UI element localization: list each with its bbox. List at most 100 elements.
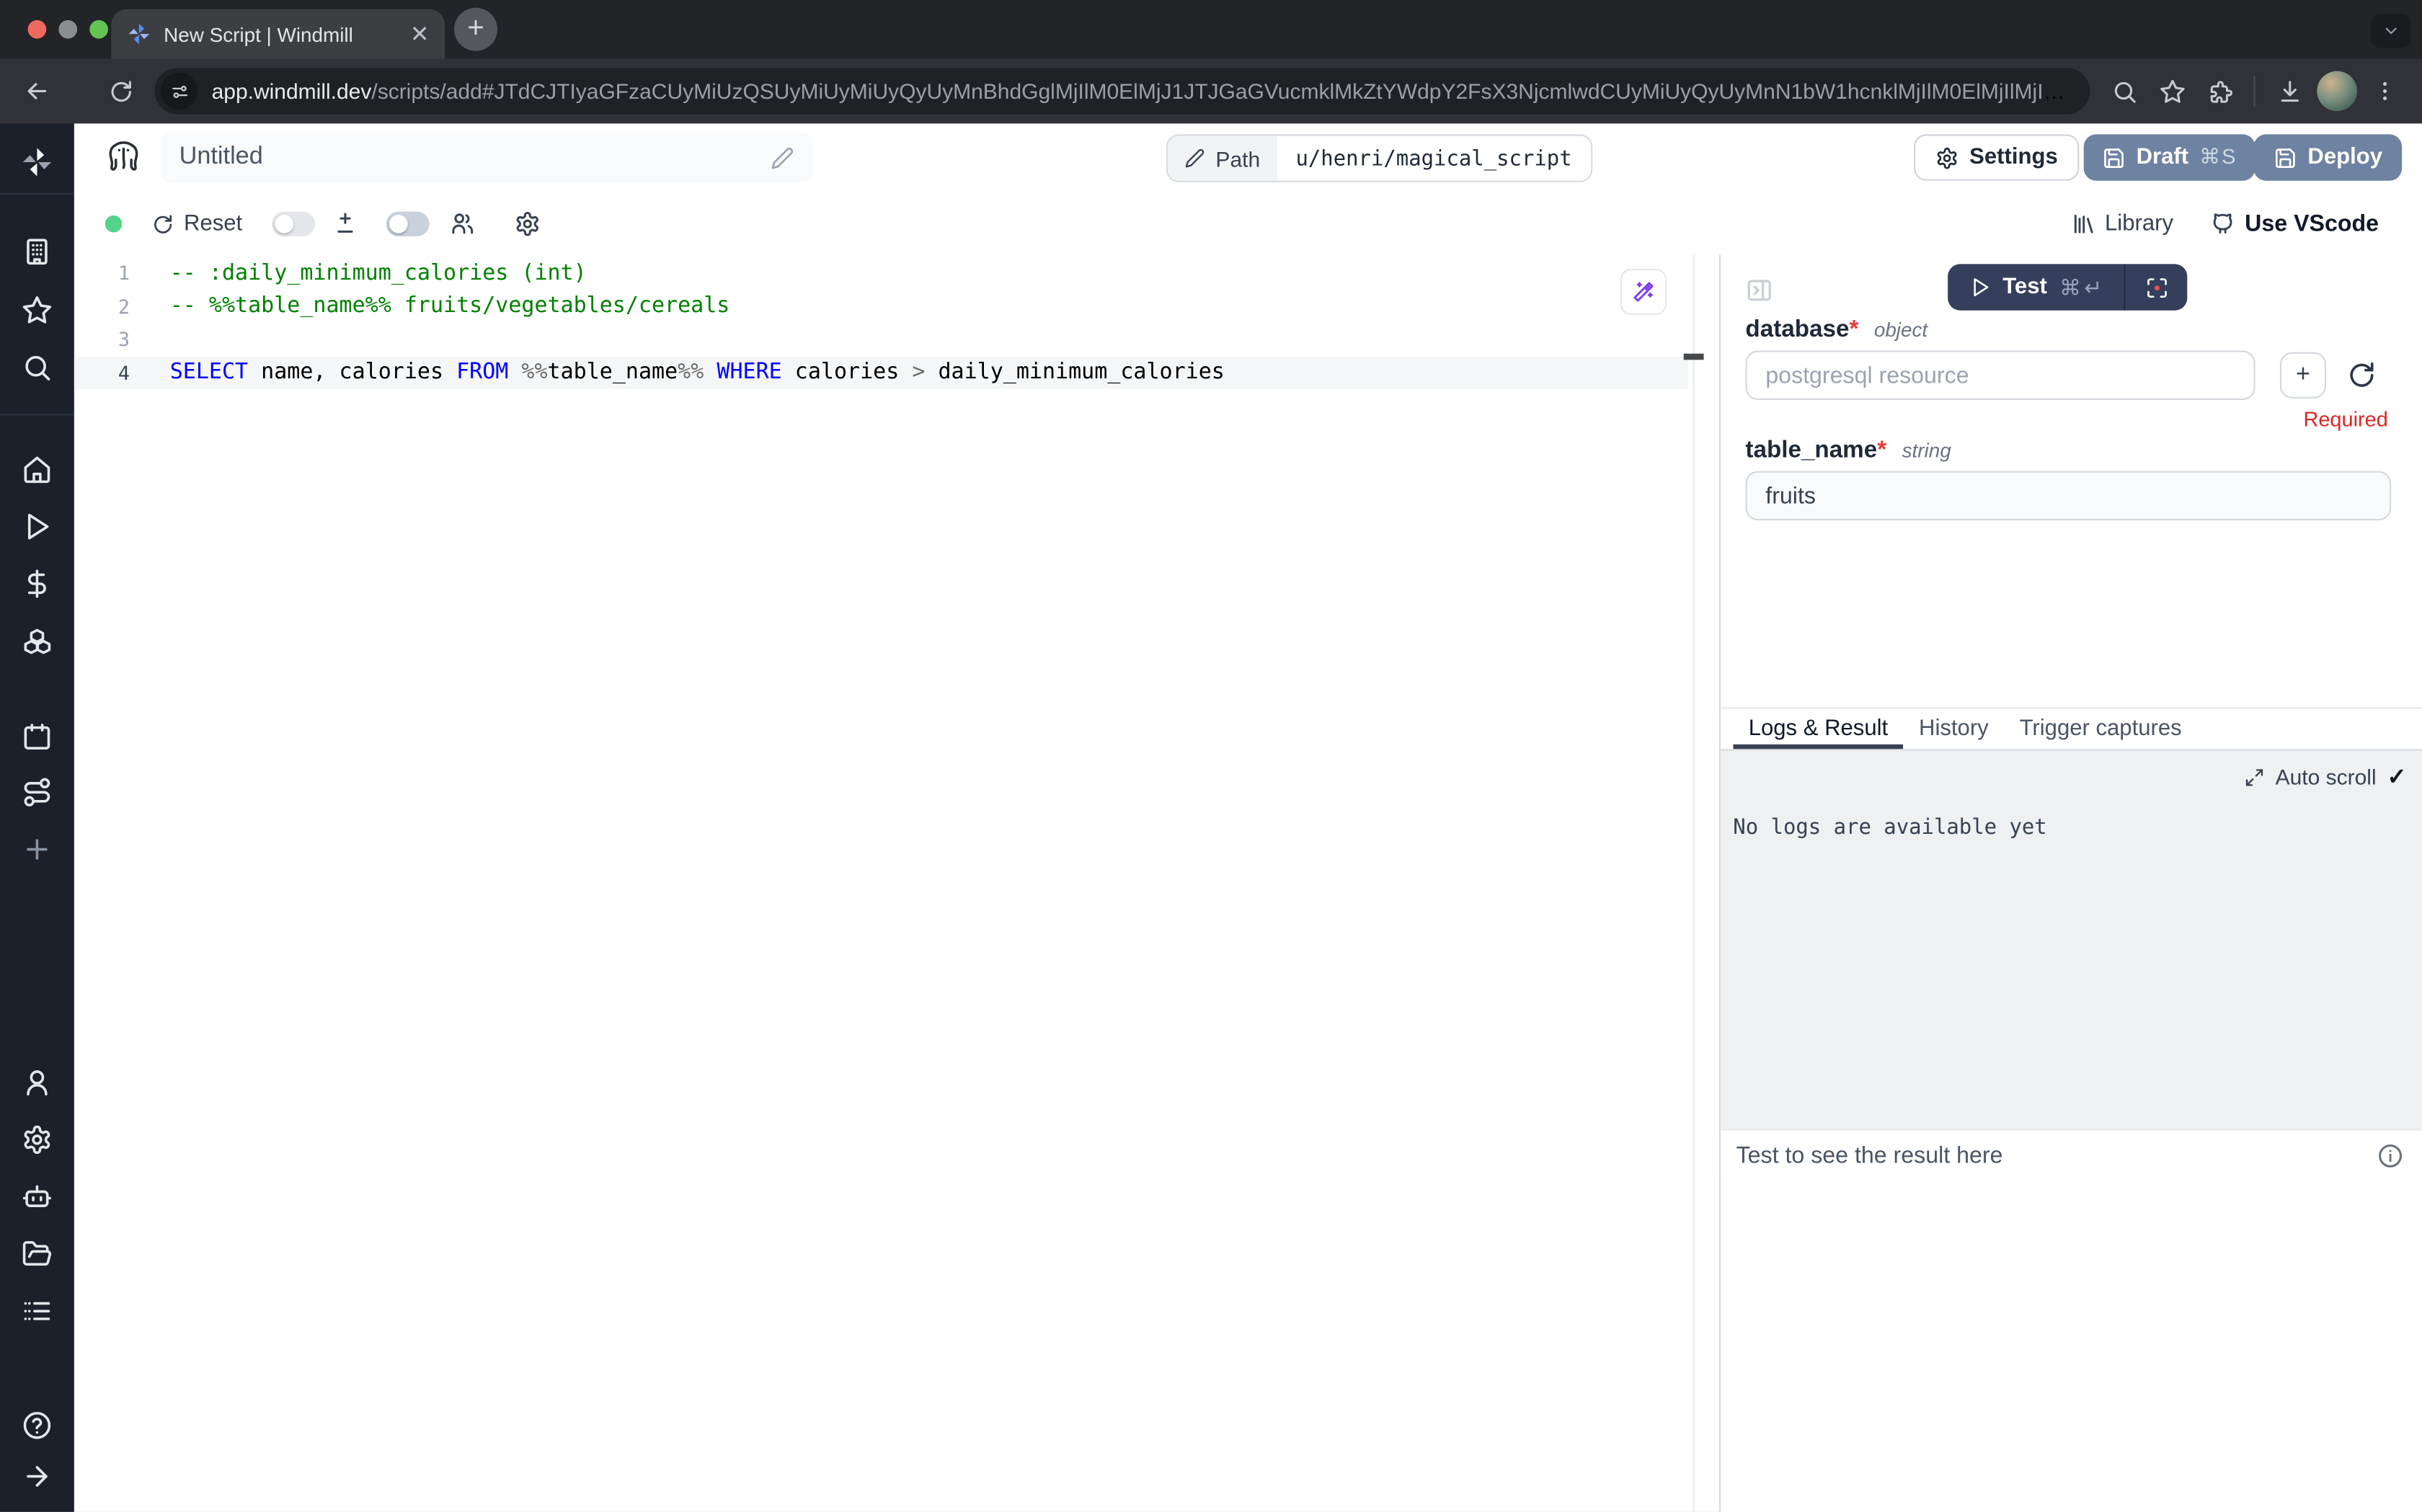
favorites-star-icon[interactable] <box>22 295 53 326</box>
library-label: Library <box>2105 212 2173 236</box>
reload-button[interactable] <box>99 69 142 112</box>
help-circle-icon[interactable] <box>22 1410 53 1441</box>
navbar-actions <box>2102 69 2406 112</box>
reset-button[interactable]: Reset <box>151 212 242 236</box>
path-label-section: Path <box>1168 136 1277 181</box>
draft-button[interactable]: Draft ⌘S <box>2084 134 2256 180</box>
user-icon[interactable] <box>22 1067 53 1098</box>
pencil-icon[interactable] <box>771 146 794 169</box>
profile-button[interactable] <box>2315 69 2359 112</box>
path-chip[interactable]: Path u/henri/magical_script <box>1166 134 1592 182</box>
tab-trigger-captures[interactable]: Trigger captures <box>2004 709 2197 750</box>
test-label: Test <box>2002 275 2047 299</box>
settings-button[interactable]: Settings <box>1914 134 2080 180</box>
code-line: 2 -- %%table_name%% fruits/vegetables/ce… <box>74 290 1688 323</box>
code-area: 1 -- :daily_minimum_calories (int) 2 -- … <box>74 257 1688 389</box>
folders-icon[interactable] <box>22 1239 53 1270</box>
runs-play-icon[interactable] <box>22 511 53 542</box>
database-field-row: postgresql resource + <box>1745 350 2377 400</box>
checkmark-icon[interactable]: ✓ <box>2387 763 2407 791</box>
collapse-panel-icon[interactable] <box>1745 277 1773 305</box>
schedules-calendar-icon[interactable] <box>22 721 53 752</box>
tab-close-icon[interactable]: ✕ <box>410 22 430 45</box>
ai-assistant-button[interactable] <box>1620 269 1667 315</box>
tab-title: New Script | Windmill <box>164 22 410 45</box>
draft-shortcut: ⌘S <box>2199 145 2237 169</box>
deploy-label: Deploy <box>2307 145 2382 169</box>
extensions-button[interactable] <box>2198 69 2241 112</box>
table-name-input[interactable] <box>1745 471 2391 521</box>
address-bar[interactable]: app.windmill.dev/scripts/add#JTdCJTIyaGF… <box>154 68 2090 114</box>
script-name-input[interactable] <box>161 133 812 182</box>
downloads-button[interactable] <box>2268 69 2311 112</box>
use-vscode-button[interactable]: Use VScode <box>2211 211 2379 237</box>
routes-icon[interactable] <box>22 777 53 808</box>
browser-menu-button[interactable] <box>2364 69 2407 112</box>
database-field-type: object <box>1874 318 1928 341</box>
workspace-building-icon[interactable] <box>22 236 53 267</box>
library-button[interactable]: Library <box>2071 212 2173 236</box>
auto-scroll-label: Auto scroll <box>2276 765 2377 789</box>
info-icon[interactable] <box>2377 1143 2403 1169</box>
editor-settings-gear-icon[interactable] <box>515 211 541 237</box>
code-editor[interactable]: 1 -- :daily_minimum_calories (int) 2 -- … <box>74 255 1719 1512</box>
green-status-dot <box>105 215 123 233</box>
pencil-icon <box>1185 148 1205 169</box>
star-icon <box>2159 78 2185 104</box>
resources-boxes-icon[interactable] <box>22 627 53 658</box>
test-capture-button[interactable] <box>2126 264 2188 310</box>
zoom-button[interactable] <box>2102 69 2145 112</box>
expand-icon[interactable] <box>2245 767 2265 787</box>
line-number: 2 <box>74 295 130 318</box>
windmill-favicon-icon <box>127 22 151 46</box>
table-name-field[interactable] <box>1765 483 2371 509</box>
add-resource-button[interactable]: + <box>2280 352 2326 399</box>
logs-list-icon[interactable] <box>22 1296 53 1327</box>
path-value: u/henri/magical_script <box>1277 136 1591 181</box>
windmill-logo-icon[interactable] <box>20 145 54 179</box>
back-button[interactable] <box>15 69 58 112</box>
line-number: 4 <box>74 361 130 384</box>
script-name-field[interactable] <box>179 143 771 172</box>
auto-scroll-control[interactable]: Auto scroll ✓ <box>2245 763 2407 791</box>
site-settings-button[interactable] <box>161 73 198 110</box>
code-text: -- %%table_name%% fruits/vegetables/cere… <box>170 294 730 319</box>
deploy-button[interactable]: Deploy <box>2253 134 2402 180</box>
new-tab-button[interactable]: + <box>454 8 497 51</box>
tab-search-button[interactable] <box>2371 14 2411 48</box>
window-close-button[interactable] <box>28 20 47 39</box>
browser-tab[interactable]: New Script | Windmill ✕ <box>111 9 445 59</box>
line-number: 1 <box>74 262 130 285</box>
test-button[interactable]: Test ⌘↵ <box>1947 264 2124 310</box>
code-line: 3 <box>74 323 1688 356</box>
collab-toggle[interactable] <box>386 212 430 236</box>
screen: New Script | Windmill ✕ + app.windmill.d… <box>0 0 2422 1512</box>
window-minimize-button[interactable] <box>58 20 77 39</box>
refresh-resources-icon[interactable] <box>2346 360 2377 391</box>
diff-toggle[interactable] <box>272 212 315 236</box>
draft-label: Draft <box>2137 145 2189 169</box>
variables-dollar-icon[interactable] <box>22 569 53 600</box>
navbar-divider <box>2253 76 2255 107</box>
search-icon[interactable] <box>22 352 53 383</box>
bookmark-button[interactable] <box>2150 69 2193 112</box>
window-zoom-button[interactable] <box>89 20 108 39</box>
add-plus-icon[interactable] <box>22 834 53 865</box>
play-icon <box>1969 277 1990 298</box>
vscode-cat-icon <box>2211 212 2235 236</box>
editor-scrollbar[interactable] <box>1693 255 1695 1512</box>
code-line-active: 4 SELECT name, calories FROM %%table_nam… <box>74 356 1688 389</box>
home-icon[interactable] <box>22 454 53 485</box>
tab-strip: New Script | Windmill ✕ + <box>0 0 2422 58</box>
code-text: SELECT name, calories FROM %%table_name%… <box>170 360 1225 385</box>
kebab-menu-icon <box>2372 79 2397 103</box>
expand-sidebar-arrow-icon[interactable] <box>22 1461 53 1492</box>
tab-history[interactable]: History <box>1904 709 2005 750</box>
database-resource-select[interactable]: postgresql resource <box>1745 350 2255 400</box>
database-field-label: database*object <box>1745 316 1928 344</box>
tab-logs-result[interactable]: Logs & Result <box>1733 709 1903 750</box>
focus-capture-icon <box>2144 276 2168 299</box>
status-dot <box>105 215 123 233</box>
settings-gear-icon[interactable] <box>22 1124 53 1155</box>
workers-robot-icon[interactable] <box>22 1181 53 1212</box>
